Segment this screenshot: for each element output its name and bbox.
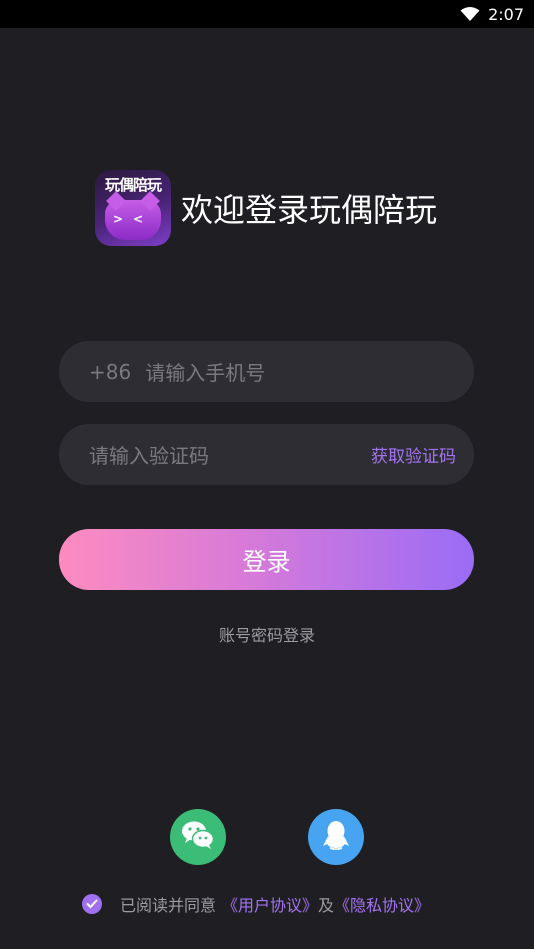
agreement-prefix: 已阅读并同意 xyxy=(120,896,217,915)
country-code[interactable]: +86 xyxy=(89,360,131,384)
code-placeholder: 请输入验证码 xyxy=(89,444,209,468)
status-indicators: 2:07 xyxy=(460,4,524,24)
password-login-link[interactable]: 账号密码登录 xyxy=(0,622,534,646)
qq-login-button[interactable] xyxy=(308,809,364,865)
header: 玩偶陪玩 >< 欢迎登录玩偶陪玩 xyxy=(95,170,437,246)
verification-code-input[interactable]: 请输入验证码 获取验证码 xyxy=(59,424,474,485)
checkmark-icon xyxy=(86,899,98,909)
phone-input[interactable]: +86 请输入手机号 xyxy=(59,341,474,402)
logo-eyes: >< xyxy=(112,212,154,226)
wechat-login-button[interactable] xyxy=(170,809,226,865)
get-code-button[interactable]: 获取验证码 xyxy=(371,424,456,485)
app-logo: 玩偶陪玩 >< xyxy=(95,170,171,246)
user-agreement-link[interactable]: 《用户协议》 xyxy=(222,892,318,916)
status-bar: 2:07 xyxy=(0,0,534,28)
agreement-row: 已阅读并同意 《用户协议》 及 《隐私协议》 xyxy=(82,892,430,916)
status-time: 2:07 xyxy=(488,4,524,24)
agreement-checkbox[interactable] xyxy=(82,894,102,914)
qq-icon xyxy=(322,820,350,854)
login-button[interactable]: 登录 xyxy=(59,529,474,590)
login-screen: 玩偶陪玩 >< 欢迎登录玩偶陪玩 +86 请输入手机号 请输入验证码 获取验证码… xyxy=(0,28,534,949)
privacy-agreement-link[interactable]: 《隐私协议》 xyxy=(334,892,430,916)
cat-face-icon: >< xyxy=(105,200,161,240)
phone-placeholder: 请输入手机号 xyxy=(145,361,266,385)
wechat-icon xyxy=(181,820,215,854)
welcome-title: 欢迎登录玩偶陪玩 xyxy=(181,191,438,229)
agreement-and: 及 xyxy=(318,896,335,915)
wifi-icon xyxy=(460,6,480,22)
logo-text: 玩偶陪玩 xyxy=(104,176,162,194)
